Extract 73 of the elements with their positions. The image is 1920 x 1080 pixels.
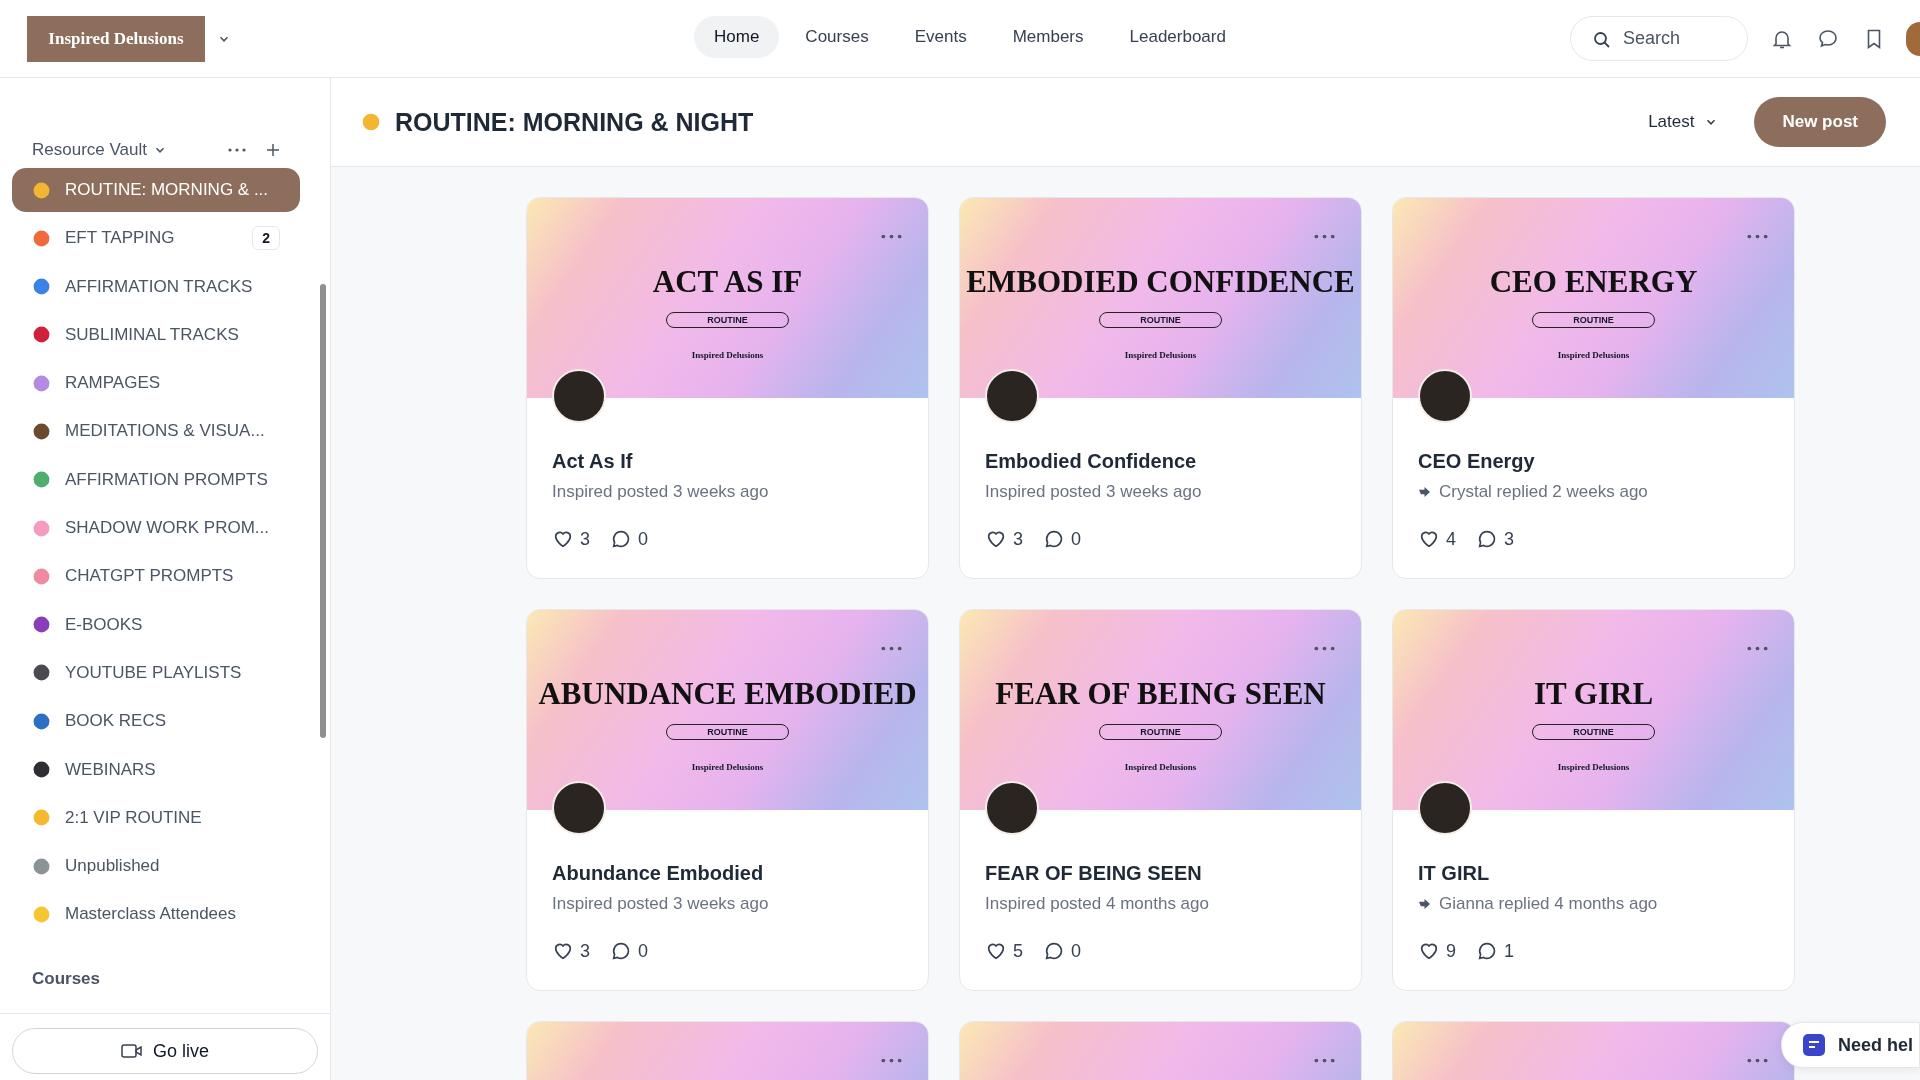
page-title: ROUTINE: MORNING & NIGHT: [395, 107, 754, 137]
sidebar-item[interactable]: 2:1 VIP ROUTINE: [12, 795, 300, 840]
sidebar-item[interactable]: AFFIRMATION TRACKS: [12, 264, 300, 309]
cover-brand: Inspired Delusions: [1557, 762, 1630, 772]
cover-title: ACT AS IF: [652, 264, 803, 300]
sidebar-item[interactable]: BOOK RECS: [12, 699, 300, 744]
comment-count: 1: [1504, 940, 1515, 962]
search-field[interactable]: Search: [1570, 16, 1748, 61]
post-title[interactable]: FEAR OF BEING SEEN: [985, 862, 1336, 885]
post-card[interactable]: ABUNDANCE EMBODIED ROUTINE Inspired Delusions Abundance Embodied Inspired posted 3 weeks ago 3 0: [526, 609, 929, 991]
post-meta: Inspired posted 3 weeks ago: [552, 482, 769, 502]
post-title[interactable]: IT GIRL: [1418, 862, 1769, 885]
post-title[interactable]: CEO Energy: [1418, 450, 1769, 473]
nav-tab[interactable]: Home: [694, 16, 780, 58]
comment-count: 0: [638, 528, 649, 550]
sidebar-item[interactable]: YOUTUBE PLAYLISTS: [12, 650, 300, 695]
comment-count: 0: [1071, 940, 1082, 962]
sort-dropdown[interactable]: Latest: [1642, 111, 1725, 133]
post-card[interactable]: FEAR OF BEING SEEN ROUTINE Inspired Delusions FEAR OF BEING SEEN Inspired posted 4 months ago 5 0: [959, 609, 1362, 991]
section-title[interactable]: Resource Vault: [32, 140, 147, 160]
cover-brand: Inspired Delusions: [1124, 350, 1197, 360]
post-card[interactable]: ACT AS IF ROUTINE Inspired Delusions Act As If Inspired posted 3 weeks ago 3 0: [526, 197, 929, 579]
help-button[interactable]: Need hel: [1780, 1022, 1920, 1068]
community-logo[interactable]: Inspired Delusions: [27, 15, 205, 62]
nav-tab[interactable]: Events: [894, 16, 987, 58]
cover-brand: Inspired Delusions: [1124, 762, 1197, 772]
sidebar-item[interactable]: WEBINARS: [12, 747, 300, 792]
cover-title: CEO ENERGY: [1489, 264, 1698, 300]
sidebar-item[interactable]: AFFIRMATION PROMPTS: [12, 457, 300, 502]
nav-tab[interactable]: Leaderboard: [1109, 16, 1246, 58]
comment-count: 3: [1504, 528, 1515, 550]
like-count: 4: [1446, 528, 1456, 550]
sidebar-item[interactable]: RAMPAGES: [12, 361, 300, 406]
sidebar-item[interactable]: E-BOOKS: [12, 602, 300, 647]
comment-count: 0: [1071, 528, 1082, 550]
new-post-button[interactable]: New post: [1754, 97, 1886, 147]
post-meta: Inspired posted 3 weeks ago: [985, 482, 1202, 502]
post-meta: Inspired posted 4 months ago: [985, 894, 1209, 914]
post-meta: Crystal replied 2 weeks ago: [1439, 482, 1648, 502]
like-count: 9: [1446, 940, 1456, 962]
like-count: 3: [1013, 528, 1023, 550]
post-card[interactable]: CEO ENERGY ROUTINE Inspired Delusions CEO Energy Crystal replied 2 weeks ago 4 3: [1392, 197, 1795, 579]
cover-brand: Inspired Delusions: [691, 350, 764, 360]
nav-tab[interactable]: Courses: [785, 16, 889, 58]
sidebar-item[interactable]: Unpublished: [12, 844, 300, 889]
post-card[interactable]: IT GIRL ROUTINE Inspired Delusions IT GIRL Gianna replied 4 months ago 9 1: [1392, 609, 1795, 991]
sidebar-item[interactable]: MEDITATIONS & VISUA...: [12, 409, 300, 454]
count-badge: 2: [252, 226, 280, 251]
post-card[interactable]: EMBODIED CONFIDENCE ROUTINE Inspired Delusions Embodied Confidence Inspired posted 3 weeks ago 3 0: [959, 197, 1362, 579]
sidebar-item[interactable]: Masterclass Attendees: [12, 892, 300, 937]
cover-title: EMBODIED CONFIDENCE: [966, 264, 1355, 300]
sidebar-item[interactable]: SHADOW WORK PROM...: [12, 506, 300, 551]
sidebar-item[interactable]: CHATGPT PROMPTS: [12, 554, 300, 599]
sidebar-item[interactable]: SUBLIMINAL TRACKS: [12, 312, 300, 357]
sidebar-item[interactable]: EFT TAPPING 2: [12, 216, 300, 261]
cover-title: FEAR OF BEING SEEN: [995, 676, 1326, 712]
sidebar-item[interactable]: ROUTINE: MORNING & ...: [12, 168, 300, 212]
like-count: 3: [580, 528, 590, 550]
cover-brand: Inspired Delusions: [1557, 350, 1630, 360]
post-meta: Inspired posted 3 weeks ago: [552, 894, 769, 914]
cover-title: ABUNDANCE EMBODIED: [538, 676, 917, 712]
go-live-button[interactable]: Go live: [12, 1028, 318, 1074]
comment-count: 0: [638, 940, 649, 962]
nav-tab[interactable]: Members: [992, 16, 1104, 58]
post-title[interactable]: Abundance Embodied: [552, 862, 903, 885]
post-title[interactable]: Embodied Confidence: [985, 450, 1336, 473]
post-meta: Gianna replied 4 months ago: [1439, 894, 1658, 914]
cover-title: IT GIRL: [1533, 676, 1654, 712]
cover-brand: Inspired Delusions: [691, 762, 764, 772]
like-count: 3: [580, 940, 590, 962]
section-title[interactable]: Courses: [12, 940, 300, 989]
like-count: 5: [1013, 940, 1023, 962]
post-title[interactable]: Act As If: [552, 450, 903, 473]
